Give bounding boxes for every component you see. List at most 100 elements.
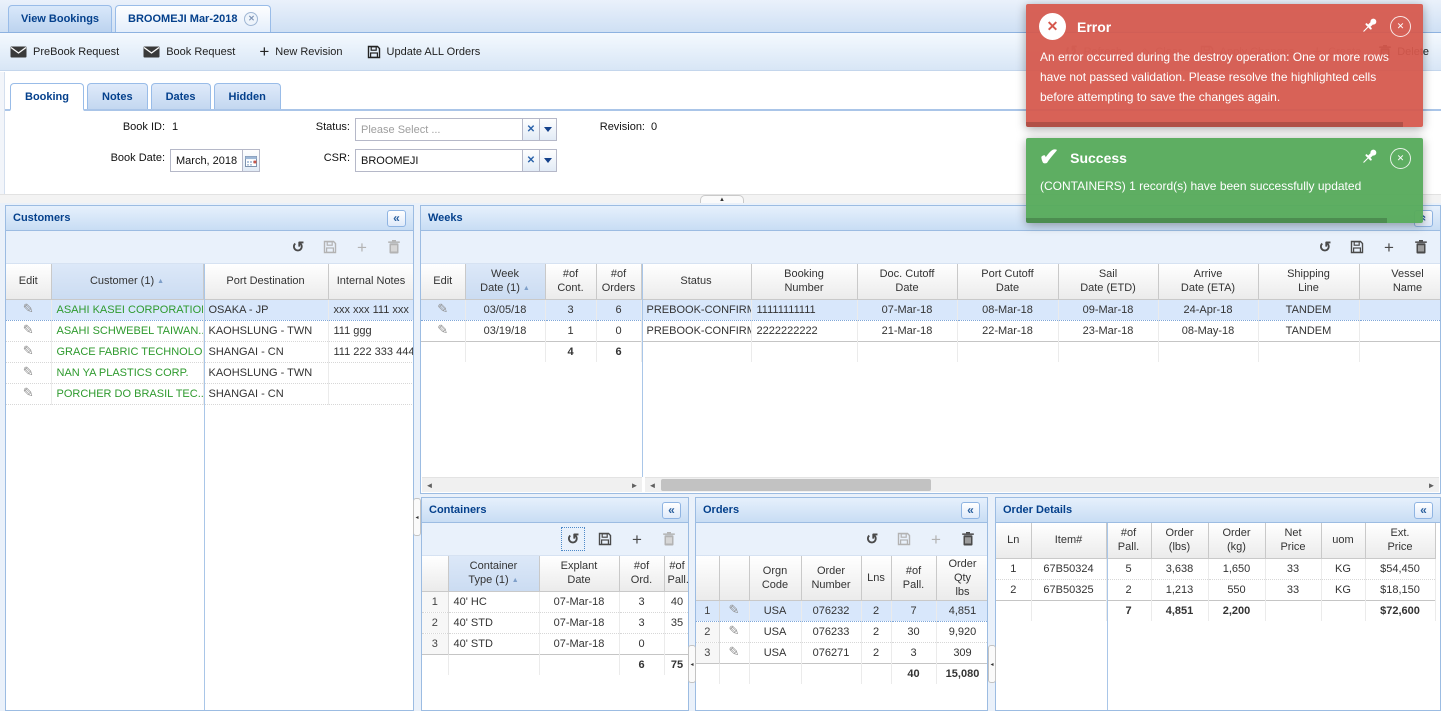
column-header-of-pall[interactable]: #of Pall. [891,556,936,601]
refresh-icon[interactable]: ↺ [863,530,881,548]
csr-combo[interactable]: BROOMEJI ✕ [355,149,557,172]
edit-pencil-icon[interactable]: ✎ [23,364,34,379]
column-header-lns[interactable]: Lns [861,556,891,601]
book-date-field[interactable]: March, 2018 [170,149,260,172]
save-icon[interactable] [1348,238,1366,256]
column-header-week-date-1[interactable]: Week Date (1)▲ [465,264,545,299]
refresh-icon[interactable]: ↺ [1316,238,1334,256]
trash-icon[interactable] [1412,238,1430,256]
refresh-icon[interactable]: ↺ [564,530,582,548]
column-header-of-pall[interactable]: #of Pall. [1106,523,1151,558]
status-dropdown-icon[interactable] [539,119,556,140]
column-header-of-ord[interactable]: #of Ord. [619,556,664,591]
scroll-left-icon[interactable]: ◄ [645,478,660,492]
calendar-icon[interactable] [242,150,259,171]
csr-clear-icon[interactable]: ✕ [522,150,539,171]
scroll-left-icon[interactable]: ◄ [422,478,437,492]
column-header-item[interactable] [719,556,749,601]
book-request-button[interactable]: Book Request [143,46,235,58]
column-header-sail-date-etd[interactable]: Sail Date (ETD) [1058,264,1158,299]
column-header-doc-cutoff-date[interactable]: Doc. Cutoff Date [857,264,957,299]
scroll-right-icon[interactable]: ► [627,478,642,492]
close-icon[interactable]: ✕ [1390,16,1411,37]
column-header-edit[interactable]: Edit [6,264,51,299]
collapse-left-icon[interactable]: « [1414,502,1433,519]
new-revision-button[interactable]: +New Revision [259,46,342,58]
table-row[interactable]: ✎NAN YA PLASTICS CORP.KAOHSLUNG - TWN [6,362,413,383]
table-row[interactable]: 1✎USA076232274,851 [696,601,987,622]
edit-pencil-icon[interactable]: ✎ [23,301,34,316]
column-header-arrive-date-eta[interactable]: Arrive Date (ETA) [1158,264,1258,299]
vertical-splitter-handle[interactable]: ◂ [688,645,696,683]
column-header-order-lbs[interactable]: Order (lbs) [1151,523,1208,558]
table-row[interactable]: ✎03/19/1810PREBOOK-CONFIRM222222222221-M… [421,320,1440,341]
close-icon[interactable]: ✕ [1390,148,1411,169]
column-header-order-number[interactable]: Order Number [801,556,861,601]
update-all-orders-button[interactable]: Update ALL Orders [367,45,481,59]
column-header-order-kg[interactable]: Order (kg) [1208,523,1265,558]
column-header-of-orders[interactable]: #of Orders [596,264,641,299]
column-header-port-cutoff-date[interactable]: Port Cutoff Date [957,264,1058,299]
column-header-customer-1[interactable]: Customer (1)▲ [51,264,203,299]
table-row[interactable]: 167B5032453,6381,65033KG$54,450 [996,558,1435,579]
weeks-horizontal-scrollbar[interactable]: ◄ ► [645,477,1439,492]
tab-broomeji-mar-2018[interactable]: BROOMEJI Mar-2018✕ [115,5,271,32]
column-header-edit[interactable]: Edit [421,264,465,299]
column-header-orgn-code[interactable]: Orgn Code [749,556,801,601]
collapse-left-icon[interactable]: « [961,502,980,519]
column-header-item[interactable]: Item# [1031,523,1106,558]
edit-pencil-icon[interactable]: ✎ [23,343,34,358]
column-header-item[interactable] [696,556,719,601]
collapse-left-icon[interactable]: « [387,210,406,227]
column-header-port-destination[interactable]: Port Destination [203,264,328,299]
tab-dates[interactable]: Dates [151,83,211,109]
column-header-item[interactable] [422,556,448,591]
column-header-of-pall[interactable]: #of Pall. [664,556,688,591]
table-row[interactable]: ✎ASAHI SCHWEBEL TAIWAN...KAOHSLUNG - TWN… [6,320,413,341]
refresh-icon[interactable]: ↺ [289,238,307,256]
tab-booking[interactable]: Booking [10,83,84,111]
plus-icon[interactable]: + [628,530,646,548]
column-header-booking-number[interactable]: Booking Number [751,264,857,299]
column-header-of-cont[interactable]: #of Cont. [545,264,596,299]
edit-pencil-icon[interactable]: ✎ [729,623,740,638]
edit-pencil-icon[interactable]: ✎ [729,644,740,659]
column-header-order-qty-lbs[interactable]: Order Qty lbs [936,556,987,601]
edit-pencil-icon[interactable]: ✎ [23,385,34,400]
column-header-container-type-1[interactable]: Container Type (1)▲ [448,556,539,591]
pin-icon[interactable] [1360,147,1379,169]
column-header-ln[interactable]: Ln [996,523,1031,558]
column-header-vessel-name[interactable]: Vessel Name [1359,264,1440,299]
table-row[interactable]: ✎ASAHI KASEI CORPORATIONOSAKA - JPxxx xx… [6,299,413,320]
table-row[interactable]: 2✎USA0762332309,920 [696,622,987,643]
column-header-explant-date[interactable]: Explant Date [539,556,619,591]
save-icon[interactable] [596,530,614,548]
edit-pencil-icon[interactable]: ✎ [437,322,448,337]
table-row[interactable]: ✎03/05/1836PREBOOK-CONFIRM1111111111107-… [421,299,1440,320]
column-header-internal-notes[interactable]: Internal Notes [328,264,413,299]
close-tab-icon[interactable]: ✕ [244,12,258,26]
plus-icon[interactable]: + [1380,238,1398,256]
table-row[interactable]: 240' STD07-Mar-18335 [422,612,688,633]
scroll-right-icon[interactable]: ► [1424,478,1439,492]
column-header-uom[interactable]: uom [1321,523,1365,558]
tab-view-bookings[interactable]: View Bookings [8,5,112,32]
table-row[interactable]: ✎PORCHER DO BRASIL TEC....SHANGAI - CN [6,383,413,404]
prebook-request-button[interactable]: PreBook Request [10,46,119,58]
scrollbar-thumb[interactable] [661,479,931,491]
vertical-splitter-handle[interactable]: ◂ [413,498,421,536]
edit-pencil-icon[interactable]: ✎ [729,602,740,617]
status-clear-icon[interactable]: ✕ [522,119,539,140]
csr-dropdown-icon[interactable] [539,150,556,171]
collapse-left-icon[interactable]: « [662,502,681,519]
table-row[interactable]: 3✎USA07627123309 [696,643,987,664]
column-header-status[interactable]: Status [641,264,751,299]
edit-pencil-icon[interactable]: ✎ [437,301,448,316]
edit-pencil-icon[interactable]: ✎ [23,322,34,337]
table-row[interactable]: ✎GRACE FABRIC TECHNOLO...SHANGAI - CN111… [6,341,413,362]
table-row[interactable]: 140' HC07-Mar-18340 [422,591,688,612]
status-combo[interactable]: Please Select ... ✕ [355,118,557,141]
column-header-net-price[interactable]: Net Price [1265,523,1321,558]
vertical-splitter-handle[interactable]: ◂ [988,645,996,683]
pin-icon[interactable] [1360,16,1379,38]
